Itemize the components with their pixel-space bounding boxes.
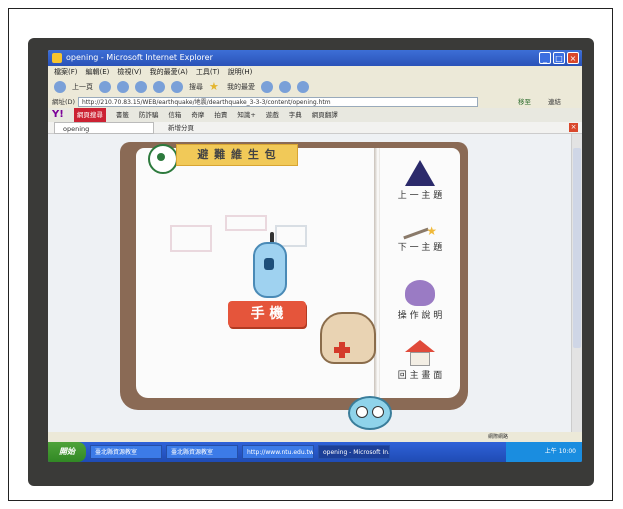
yahoo-auction[interactable]: 拍賣	[214, 108, 227, 122]
favorites-button-label[interactable]: 我的最愛	[227, 82, 255, 92]
yahoo-logo[interactable]: Y!	[52, 108, 64, 122]
menu-file[interactable]: 檔案(F)	[54, 66, 78, 78]
home-icon[interactable]	[153, 81, 165, 93]
menu-help[interactable]: 說明(H)	[228, 66, 253, 78]
menu-tools[interactable]: 工具(T)	[196, 66, 220, 78]
links-button[interactable]: 連結	[548, 96, 561, 108]
taskbar-item[interactable]: http://www.ntu.edu.tw	[242, 445, 314, 459]
taskbar: 開始 臺北縣資源教室 臺北縣資源教室 http://www.ntu.edu.tw…	[48, 442, 582, 462]
window-titlebar: opening - Microsoft Internet Explorer _ …	[48, 50, 582, 66]
scrollbar-thumb[interactable]	[573, 148, 581, 348]
page-content: 避 難 維 生 包 手 機 上 一 主 題 下 一 主 題 操 作 說 明 回 …	[48, 134, 582, 446]
close-tab-icon[interactable]: ×	[569, 123, 578, 132]
yahoo-bookmarks[interactable]: 書籤	[116, 108, 129, 122]
menu-edit[interactable]: 編輯(E)	[86, 66, 110, 78]
wizard-hat-icon	[405, 160, 435, 186]
status-zone: 網際網路	[488, 434, 509, 440]
stop-icon[interactable]	[117, 81, 129, 93]
vertical-scrollbar[interactable]	[571, 134, 582, 446]
browser-toolbar: 上一頁 搜尋 ★ 我的最愛	[48, 78, 582, 96]
start-button[interactable]: 開始	[48, 442, 86, 462]
refresh-icon[interactable]	[135, 81, 147, 93]
back-arrow-icon[interactable]	[54, 81, 66, 93]
school-seal-icon	[148, 144, 178, 174]
magic-wand-icon	[403, 224, 437, 238]
mail-icon[interactable]	[279, 81, 291, 93]
background-sketch	[170, 215, 307, 252]
menu-instructions-label: 操 作 說 明	[397, 311, 443, 321]
taskbar-item-active[interactable]: opening - Microsoft In...	[318, 445, 390, 459]
forward-arrow-icon[interactable]	[99, 81, 111, 93]
menubar: 檔案(F) 編輯(E) 檢視(V) 我的最愛(A) 工具(T) 說明(H)	[48, 66, 582, 78]
history-icon[interactable]	[261, 81, 273, 93]
taskbar-item[interactable]: 臺北縣資源教室	[166, 445, 238, 459]
yahoo-knowledge[interactable]: 知識+	[237, 108, 255, 122]
window-title: opening - Microsoft Internet Explorer	[66, 53, 213, 62]
back-button-label[interactable]: 上一頁	[72, 82, 93, 92]
search-button-label[interactable]: 搜尋	[189, 82, 203, 92]
yahoo-mail[interactable]: 信箱	[168, 108, 181, 122]
ie-app-icon	[52, 53, 62, 63]
new-tab-button[interactable]: 新增分頁	[168, 122, 194, 134]
yahoo-translate[interactable]: 網頁翻譯	[312, 108, 338, 122]
mobile-phone-icon[interactable]	[253, 242, 287, 298]
search-icon[interactable]	[171, 81, 183, 93]
menu-home[interactable]: 回 主 畫 面	[382, 340, 458, 381]
status-bar: 網際網路	[48, 432, 582, 442]
red-cross-icon	[334, 342, 350, 358]
address-input[interactable]: http://210.70.83.15/WEB/earthquake/地震/de…	[78, 97, 478, 107]
pouch-icon	[405, 280, 435, 306]
print-icon[interactable]	[297, 81, 309, 93]
address-label: 網址(D)	[52, 98, 76, 106]
item-label-phone[interactable]: 手 機	[228, 301, 306, 327]
taskbar-item[interactable]: 臺北縣資源教室	[90, 445, 162, 459]
menu-prev-topic[interactable]: 上 一 主 題	[382, 160, 458, 201]
yahoo-antifraud[interactable]: 防詐騙	[139, 108, 159, 122]
tab-opening[interactable]: opening	[54, 122, 154, 134]
favorites-star-icon[interactable]: ★	[209, 81, 221, 93]
screen: opening - Microsoft Internet Explorer _ …	[48, 50, 582, 462]
address-bar: 網址(D) http://210.70.83.15/WEB/earthquake…	[48, 96, 582, 108]
mascot-icon	[348, 396, 392, 430]
window-controls: _ □ ×	[539, 52, 579, 64]
yahoo-games[interactable]: 遊戲	[266, 108, 279, 122]
go-button[interactable]: 移至	[518, 96, 531, 108]
yahoo-toolbar: Y! 網頁搜尋 書籤 防詐騙 信箱 奇摩 拍賣 知識+ 遊戲 字典 網頁翻譯	[48, 108, 582, 122]
yahoo-dictionary[interactable]: 字典	[289, 108, 302, 122]
minimize-button[interactable]: _	[539, 52, 551, 64]
book-title: 避 難 維 生 包	[176, 144, 298, 166]
menu-next-topic-label: 下 一 主 題	[397, 243, 443, 253]
menu-home-label: 回 主 畫 面	[397, 371, 443, 381]
house-icon	[405, 340, 435, 366]
tab-bar: opening 新增分頁 ×	[48, 122, 582, 134]
yahoo-kimo[interactable]: 奇摩	[191, 108, 204, 122]
web-search-button[interactable]: 網頁搜尋	[73, 108, 106, 122]
system-tray-clock: 上午 10:00	[506, 442, 582, 462]
menu-favorites[interactable]: 我的最愛(A)	[150, 66, 188, 78]
menu-prev-topic-label: 上 一 主 題	[397, 191, 443, 201]
menu-instructions[interactable]: 操 作 說 明	[382, 280, 458, 321]
menu-view[interactable]: 檢視(V)	[117, 66, 141, 78]
maximize-button[interactable]: □	[553, 52, 565, 64]
menu-next-topic[interactable]: 下 一 主 題	[382, 224, 458, 253]
close-button[interactable]: ×	[567, 52, 579, 64]
